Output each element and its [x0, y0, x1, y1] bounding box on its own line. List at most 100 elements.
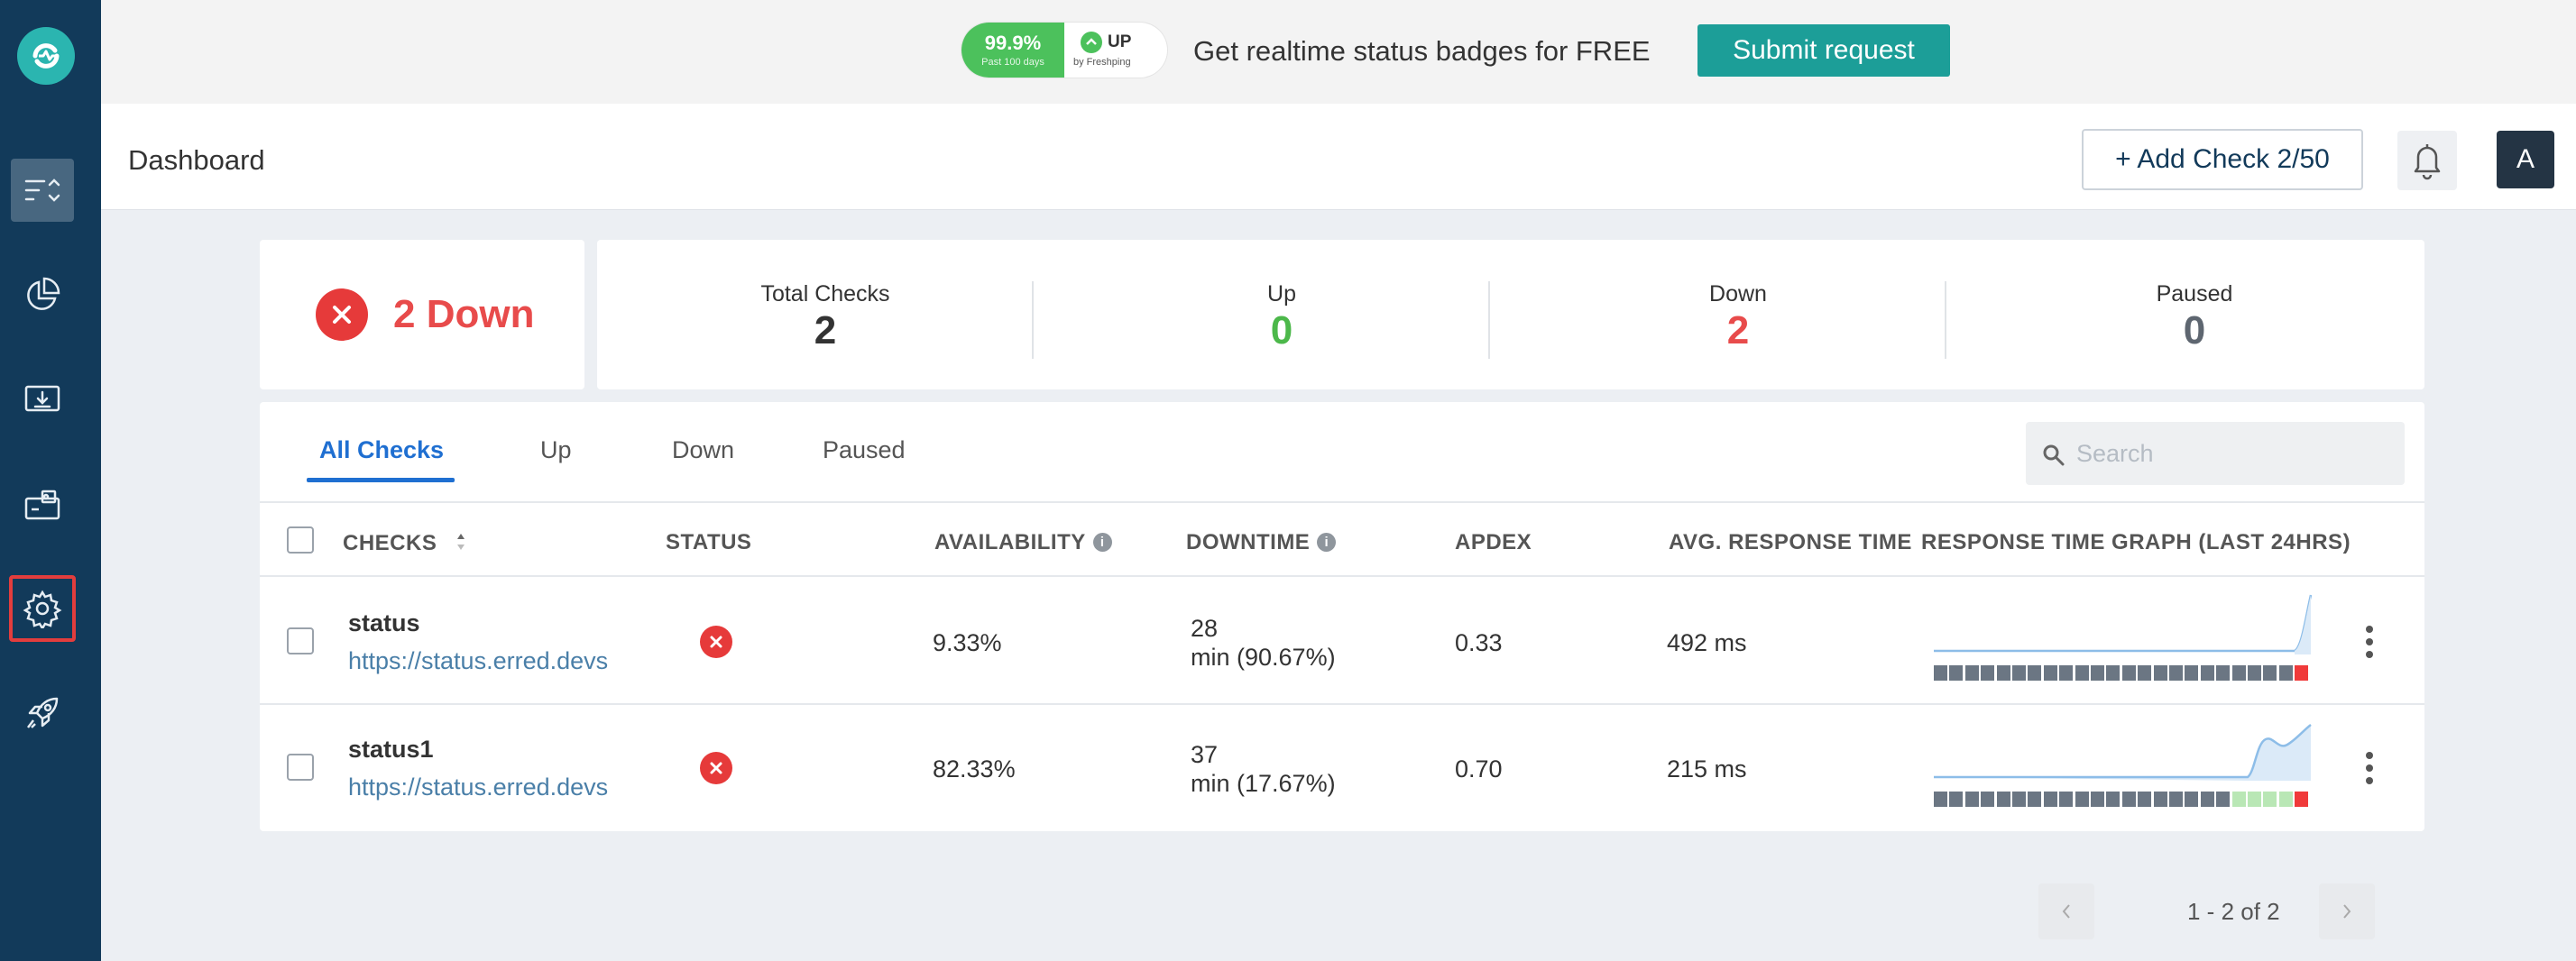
column-response-graph: RESPONSE TIME GRAPH (LAST 24HRS) — [1921, 530, 2351, 554]
uptime-bar-segment[interactable] — [2091, 792, 2104, 807]
downtime-value: 37 — [1191, 741, 1219, 768]
uptime-bar-segment[interactable] — [2012, 792, 2026, 807]
downtime-detail: min (17.67%) — [1191, 770, 1336, 797]
next-page-button[interactable] — [2319, 883, 2375, 939]
uptime-bar-segment[interactable] — [2138, 665, 2152, 681]
uptime-bar-segment[interactable] — [1964, 665, 1979, 681]
uptime-bar-segment[interactable] — [2216, 665, 2231, 681]
search-box — [2026, 422, 2405, 485]
info-icon[interactable]: i — [1317, 533, 1337, 552]
uptime-bar-segment[interactable] — [2216, 792, 2231, 807]
table-row[interactable]: status https://status.erred.devs 9.33% 2… — [260, 579, 2424, 705]
info-icon[interactable]: i — [1092, 533, 1112, 552]
uptime-bar-segment[interactable] — [2075, 665, 2089, 681]
pagination-text: 1 - 2 of 2 — [2187, 898, 2280, 925]
check-url[interactable]: https://status.erred.devs — [348, 773, 608, 801]
uptime-bar-segment[interactable] — [2200, 792, 2214, 807]
uptime-bar-segment[interactable] — [2169, 665, 2183, 681]
filter-tabs: All Checks Up Down Paused — [260, 402, 2424, 503]
uptime-bar-segment[interactable] — [2278, 665, 2293, 681]
uptime-bar-segment[interactable] — [2248, 665, 2261, 681]
uptime-bar-segment[interactable] — [2185, 665, 2199, 681]
uptime-bar-segment[interactable] — [2231, 665, 2246, 681]
sidebar-item-whats-new[interactable] — [11, 682, 74, 745]
submit-request-button[interactable]: Submit request — [1697, 24, 1950, 77]
error-icon — [316, 288, 368, 341]
more-options-icon[interactable] — [2365, 752, 2374, 788]
avg-response-value: 215 ms — [1667, 755, 1747, 783]
select-all-checkbox[interactable] — [287, 526, 314, 554]
uptime-bar-segment[interactable] — [1996, 665, 2010, 681]
row-checkbox[interactable] — [287, 754, 314, 781]
stat-down: Down 2 — [1510, 240, 1966, 389]
uptime-bar-segment[interactable] — [2295, 792, 2309, 807]
uptime-bar-segment[interactable] — [2169, 792, 2183, 807]
tab-paused[interactable]: Paused — [823, 436, 906, 464]
uptime-bar-segment[interactable] — [2043, 792, 2057, 807]
column-checks[interactable]: CHECKS — [343, 530, 467, 556]
sidebar-item-settings[interactable] — [9, 575, 76, 642]
tab-up[interactable]: Up — [540, 436, 572, 464]
uptime-bar-segment[interactable] — [1949, 665, 1964, 681]
uptime-bar-segment[interactable] — [2248, 792, 2261, 807]
uptime-bar-segment[interactable] — [1964, 792, 1979, 807]
uptime-bar-segment[interactable] — [2138, 792, 2152, 807]
sidebar-item-integrations[interactable] — [11, 472, 74, 535]
search-input[interactable] — [2076, 435, 2392, 472]
uptime-bar-segment[interactable] — [2263, 665, 2277, 681]
uptime-bar-segment[interactable] — [2043, 665, 2057, 681]
stat-total: Total Checks 2 — [597, 240, 1053, 389]
uptime-bar-segment[interactable] — [2278, 792, 2293, 807]
response-time-graph[interactable] — [1934, 591, 2313, 654]
sidebar-item-reports[interactable] — [11, 263, 74, 326]
response-time-graph[interactable] — [1934, 718, 2313, 781]
active-tab-indicator — [307, 478, 455, 482]
check-url[interactable]: https://status.erred.devs — [348, 647, 608, 675]
sidebar-item-status-pages[interactable] — [11, 368, 74, 431]
uptime-bar-segment[interactable] — [1981, 665, 1995, 681]
uptime-bar-segment[interactable] — [1949, 792, 1964, 807]
uptime-bar-segment[interactable] — [2231, 792, 2246, 807]
freshping-logo[interactable] — [17, 27, 75, 85]
rocket-icon — [27, 697, 59, 728]
tab-down[interactable]: Down — [672, 436, 734, 464]
uptime-bar-segment[interactable] — [2075, 792, 2089, 807]
uptime-bar-segment[interactable] — [2059, 665, 2074, 681]
uptime-bar-segment[interactable] — [2185, 792, 2199, 807]
check-name[interactable]: status — [348, 609, 420, 637]
uptime-bar-segment[interactable] — [1981, 792, 1995, 807]
uptime-bar-segment[interactable] — [2106, 665, 2121, 681]
uptime-bar-segment[interactable] — [2295, 665, 2309, 681]
uptime-bar-segment[interactable] — [2153, 665, 2167, 681]
uptime-bar-segment[interactable] — [2200, 665, 2214, 681]
row-checkbox[interactable] — [287, 627, 314, 654]
badge-percent: 99.9% — [984, 32, 1042, 54]
uptime-bar-segment[interactable] — [1934, 665, 1947, 681]
uptime-bar-segment[interactable] — [2012, 665, 2026, 681]
uptime-bar-segment[interactable] — [2121, 792, 2136, 807]
uptime-bar-segment[interactable] — [2121, 665, 2136, 681]
uptime-bar-segment[interactable] — [2028, 792, 2042, 807]
avatar[interactable]: A — [2497, 131, 2554, 188]
apdex-value: 0.33 — [1455, 629, 1503, 656]
uptime-bar-segment[interactable] — [2028, 665, 2042, 681]
uptime-bar-segment[interactable] — [2091, 665, 2104, 681]
uptime-bar-segment[interactable] — [1934, 792, 1947, 807]
sidebar-item-checks[interactable] — [11, 159, 74, 222]
uptime-bar-segment[interactable] — [2106, 792, 2121, 807]
check-name[interactable]: status1 — [348, 736, 434, 764]
uptime-bar-segment[interactable] — [2059, 792, 2074, 807]
tab-all-checks[interactable]: All Checks — [319, 436, 444, 464]
prev-page-button[interactable] — [2038, 883, 2094, 939]
table-row[interactable]: status1 https://status.erred.devs 82.33%… — [260, 705, 2424, 831]
column-status: STATUS — [666, 530, 752, 554]
column-availability-label: AVAILABILITY — [934, 530, 1086, 554]
add-check-button[interactable]: + Add Check 2/50 — [2082, 129, 2363, 190]
uptime-bar-segment[interactable] — [2263, 792, 2277, 807]
stat-value: 2 — [814, 308, 837, 352]
uptime-bar-segment[interactable] — [2153, 792, 2167, 807]
sidebar — [0, 0, 101, 961]
notifications-button[interactable] — [2397, 131, 2457, 190]
more-options-icon[interactable] — [2365, 626, 2374, 662]
uptime-bar-segment[interactable] — [1996, 792, 2010, 807]
